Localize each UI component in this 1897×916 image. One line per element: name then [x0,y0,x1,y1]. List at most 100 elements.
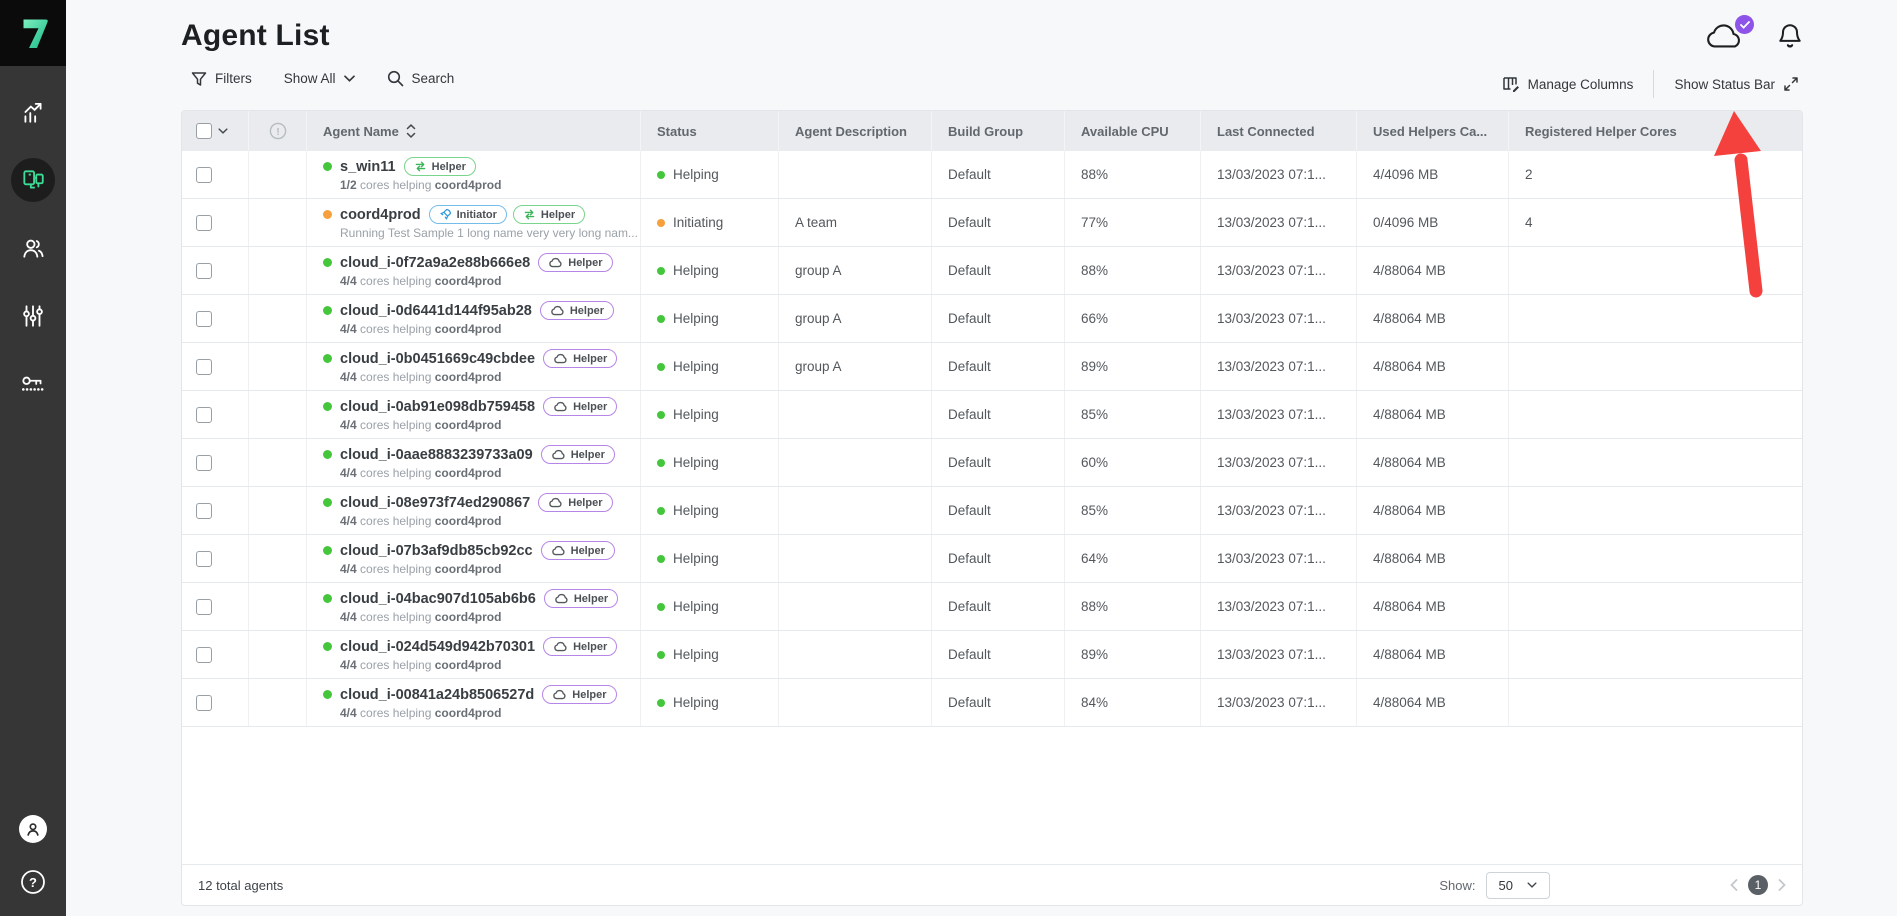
agent-name-cell: cloud_i-0aae8883239733a09 Helper 4/4 cor… [307,439,641,486]
help-button[interactable]: ? [20,869,46,900]
row-checkbox[interactable] [196,599,212,615]
row-checkbox[interactable] [196,551,212,567]
row-checkbox[interactable] [196,503,212,519]
agent-name: cloud_i-07b3af9db85cb92cc [340,543,533,559]
agent-name-cell: cloud_i-07b3af9db85cb92cc Helper 4/4 cor… [307,535,641,582]
badge-helper: Helper [538,493,612,512]
agent-name-cell: cloud_i-00841a24b8506527d Helper 4/4 cor… [307,679,641,726]
show-status-bar-button[interactable]: Show Status Bar [1674,76,1799,92]
status-label: Helping [673,647,719,662]
agent-description-cell [779,151,932,198]
search-button[interactable]: Search [387,70,455,87]
row-checkbox[interactable] [196,215,212,231]
row-checkbox[interactable] [196,695,212,711]
status-dot [657,603,665,611]
sidebar-item-license[interactable] [11,362,55,406]
table-row[interactable]: cloud_i-08e973f74ed290867 Helper 4/4 cor… [182,487,1802,535]
agent-subtext: 4/4 cores helping coord4prod [340,514,501,528]
table-row[interactable]: cloud_i-0d6441d144f95ab28 Helper 4/4 cor… [182,295,1802,343]
key-icon [19,370,47,398]
status-dot [657,459,665,467]
row-alert-cell [249,343,307,390]
table-row[interactable]: cloud_i-0aae8883239733a09 Helper 4/4 cor… [182,439,1802,487]
agent-name: cloud_i-04bac907d105ab6b6 [340,591,536,607]
agent-name: cloud_i-024d549d942b70301 [340,639,535,655]
agent-online-dot [323,306,332,315]
cloud-status-button[interactable] [1705,22,1745,50]
row-checkbox[interactable] [196,647,212,663]
sidebar-item-settings[interactable] [11,294,55,338]
row-select-cell [182,439,249,486]
table-row[interactable]: cloud_i-0b0451669c49cbdee Helper 4/4 cor… [182,343,1802,391]
page-size-select[interactable]: 50 [1486,872,1550,899]
used-helpers-cell: 4/88064 MB [1357,247,1509,294]
badge-helper: Helper [541,541,615,560]
agent-name-cell: cloud_i-0f72a9a2e88b666e8 Helper 4/4 cor… [307,247,641,294]
header-agent-name[interactable]: Agent Name [307,111,641,151]
row-checkbox[interactable] [196,263,212,279]
page-number[interactable]: 1 [1748,875,1768,895]
sidebar-item-agents[interactable] [11,158,55,202]
filters-button[interactable]: Filters [191,71,252,87]
last-connected-cell: 13/03/2023 07:1... [1201,295,1357,342]
chevron-down-icon [1527,882,1537,888]
agent-online-dot [323,354,332,363]
table-row[interactable]: cloud_i-0f72a9a2e88b666e8 Helper 4/4 cor… [182,247,1802,295]
table-row[interactable]: cloud_i-024d549d942b70301 Helper 4/4 cor… [182,631,1802,679]
status-dot [657,699,665,707]
row-checkbox[interactable] [196,359,212,375]
table-row[interactable]: coord4prod InitiatorHelper Running Test … [182,199,1802,247]
user-avatar[interactable] [19,815,47,843]
next-page-button[interactable] [1778,879,1786,891]
sidebar-item-users[interactable] [11,226,55,270]
table-row[interactable]: cloud_i-00841a24b8506527d Helper 4/4 cor… [182,679,1802,727]
badge-helper: Helper [544,589,618,608]
sidebar-item-analytics[interactable] [11,90,55,134]
table-row[interactable]: s_win11 Helper 1/2 cores helping coord4p… [182,151,1802,199]
row-checkbox[interactable] [196,311,212,327]
table-row[interactable]: cloud_i-0ab91e098db759458 Helper 4/4 cor… [182,391,1802,439]
registered-helper-cores-cell [1509,343,1802,390]
agent-name: cloud_i-08e973f74ed290867 [340,495,530,511]
notifications-button[interactable] [1777,22,1803,50]
row-alert-cell [249,295,307,342]
chevron-right-icon [1778,879,1786,891]
agent-badges: Helper [541,445,615,464]
column-label: Last Connected [1217,124,1315,139]
build-group-cell: Default [932,679,1065,726]
manage-columns-button[interactable]: Manage Columns [1502,76,1634,92]
build-group-cell: Default [932,583,1065,630]
select-all-checkbox[interactable] [196,123,212,139]
build-group-cell: Default [932,151,1065,198]
badge-helper: Helper [543,637,617,656]
row-checkbox[interactable] [196,455,212,471]
previous-page-button[interactable] [1730,879,1738,891]
select-menu-chevron-icon[interactable] [218,128,228,134]
sort-icon[interactable] [406,124,416,138]
show-status-bar-label: Show Status Bar [1674,77,1775,92]
agent-description-cell [779,391,932,438]
table-row[interactable]: cloud_i-04bac907d105ab6b6 Helper 4/4 cor… [182,583,1802,631]
agent-online-dot [323,210,332,219]
agent-subtext: 4/4 cores helping coord4prod [340,274,501,288]
show-all-dropdown[interactable]: Show All [284,71,355,86]
agent-badges: Helper [538,253,612,272]
agent-name: cloud_i-0b0451669c49cbdee [340,351,535,367]
agent-name-cell: coord4prod InitiatorHelper Running Test … [307,199,641,246]
agent-description-cell [779,439,932,486]
app-logo [0,0,66,66]
agent-description-cell [779,631,932,678]
header-available-cpu: Available CPU [1065,111,1201,151]
agent-badges: Helper [544,589,618,608]
build-group-cell: Default [932,247,1065,294]
svg-text:?: ? [29,875,37,890]
status-label: Helping [673,695,719,710]
table-row[interactable]: cloud_i-07b3af9db85cb92cc Helper 4/4 cor… [182,535,1802,583]
agent-name-cell: s_win11 Helper 1/2 cores helping coord4p… [307,151,641,198]
agent-name-cell: cloud_i-0b0451669c49cbdee Helper 4/4 cor… [307,343,641,390]
svg-text:!: ! [276,127,279,138]
used-helpers-cell: 4/88064 MB [1357,439,1509,486]
row-checkbox[interactable] [196,407,212,423]
last-connected-cell: 13/03/2023 07:1... [1201,247,1357,294]
row-checkbox[interactable] [196,167,212,183]
